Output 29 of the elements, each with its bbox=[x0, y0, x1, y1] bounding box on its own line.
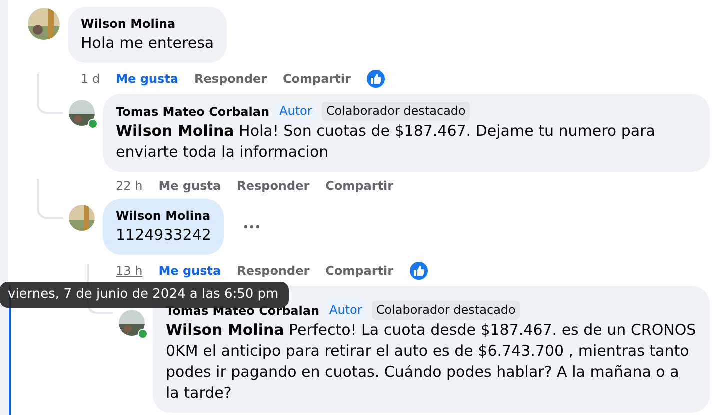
comment-text: 1124933242 bbox=[116, 225, 212, 246]
action-link[interactable]: Responder bbox=[237, 179, 310, 193]
action-link[interactable]: Me gusta bbox=[116, 72, 178, 86]
timestamp-link[interactable]: 13 h bbox=[116, 264, 143, 278]
timestamp-link[interactable]: 22 h bbox=[116, 179, 143, 193]
comment-text: Hola me enteresa bbox=[81, 33, 214, 54]
like-reaction-icon[interactable] bbox=[410, 262, 428, 280]
author-badge: Autor bbox=[326, 301, 366, 320]
author-badge: Colaborador destacado bbox=[322, 102, 470, 121]
timestamp-link[interactable]: 1 d bbox=[81, 72, 100, 86]
action-link[interactable]: Compartir bbox=[283, 72, 351, 86]
like-reaction-icon[interactable] bbox=[366, 70, 385, 88]
action-link[interactable]: Responder bbox=[237, 264, 310, 278]
comment-text: Wilson Molina Perfecto! La cuota desde $187.467. es de un CRONOS 0KM el anticipo para retirar el auto es de $6.743.700 , mientras tanto podes ir pagando en cuotas. Cuándo podes hablar? A la mañana o a la tarde? bbox=[166, 320, 697, 404]
action-link[interactable]: Responder bbox=[194, 72, 267, 86]
author-name[interactable]: Wilson Molina bbox=[116, 207, 212, 225]
author-name[interactable]: Tomas Mateo Corbalan bbox=[116, 102, 270, 120]
date-tooltip: viernes, 7 de junio de 2024 a las 6:50 pm bbox=[0, 282, 289, 308]
comment-text: Wilson Molina Hola! Son cuotas de $187.467. Dejame tu numero para enviarte toda la informacion bbox=[116, 121, 656, 163]
action-link[interactable]: Compartir bbox=[326, 264, 394, 278]
author-badge: Colaborador destacado bbox=[372, 301, 520, 320]
action-link[interactable]: Compartir bbox=[326, 179, 394, 193]
thread-line bbox=[37, 74, 63, 114]
thread-line bbox=[37, 179, 63, 219]
author-name[interactable]: Wilson Molina bbox=[81, 15, 214, 33]
action-link[interactable]: Me gusta bbox=[158, 264, 222, 278]
more-options-icon[interactable] bbox=[244, 225, 260, 229]
action-link[interactable]: Me gusta bbox=[158, 179, 222, 193]
author-badge: Autor bbox=[276, 102, 316, 121]
